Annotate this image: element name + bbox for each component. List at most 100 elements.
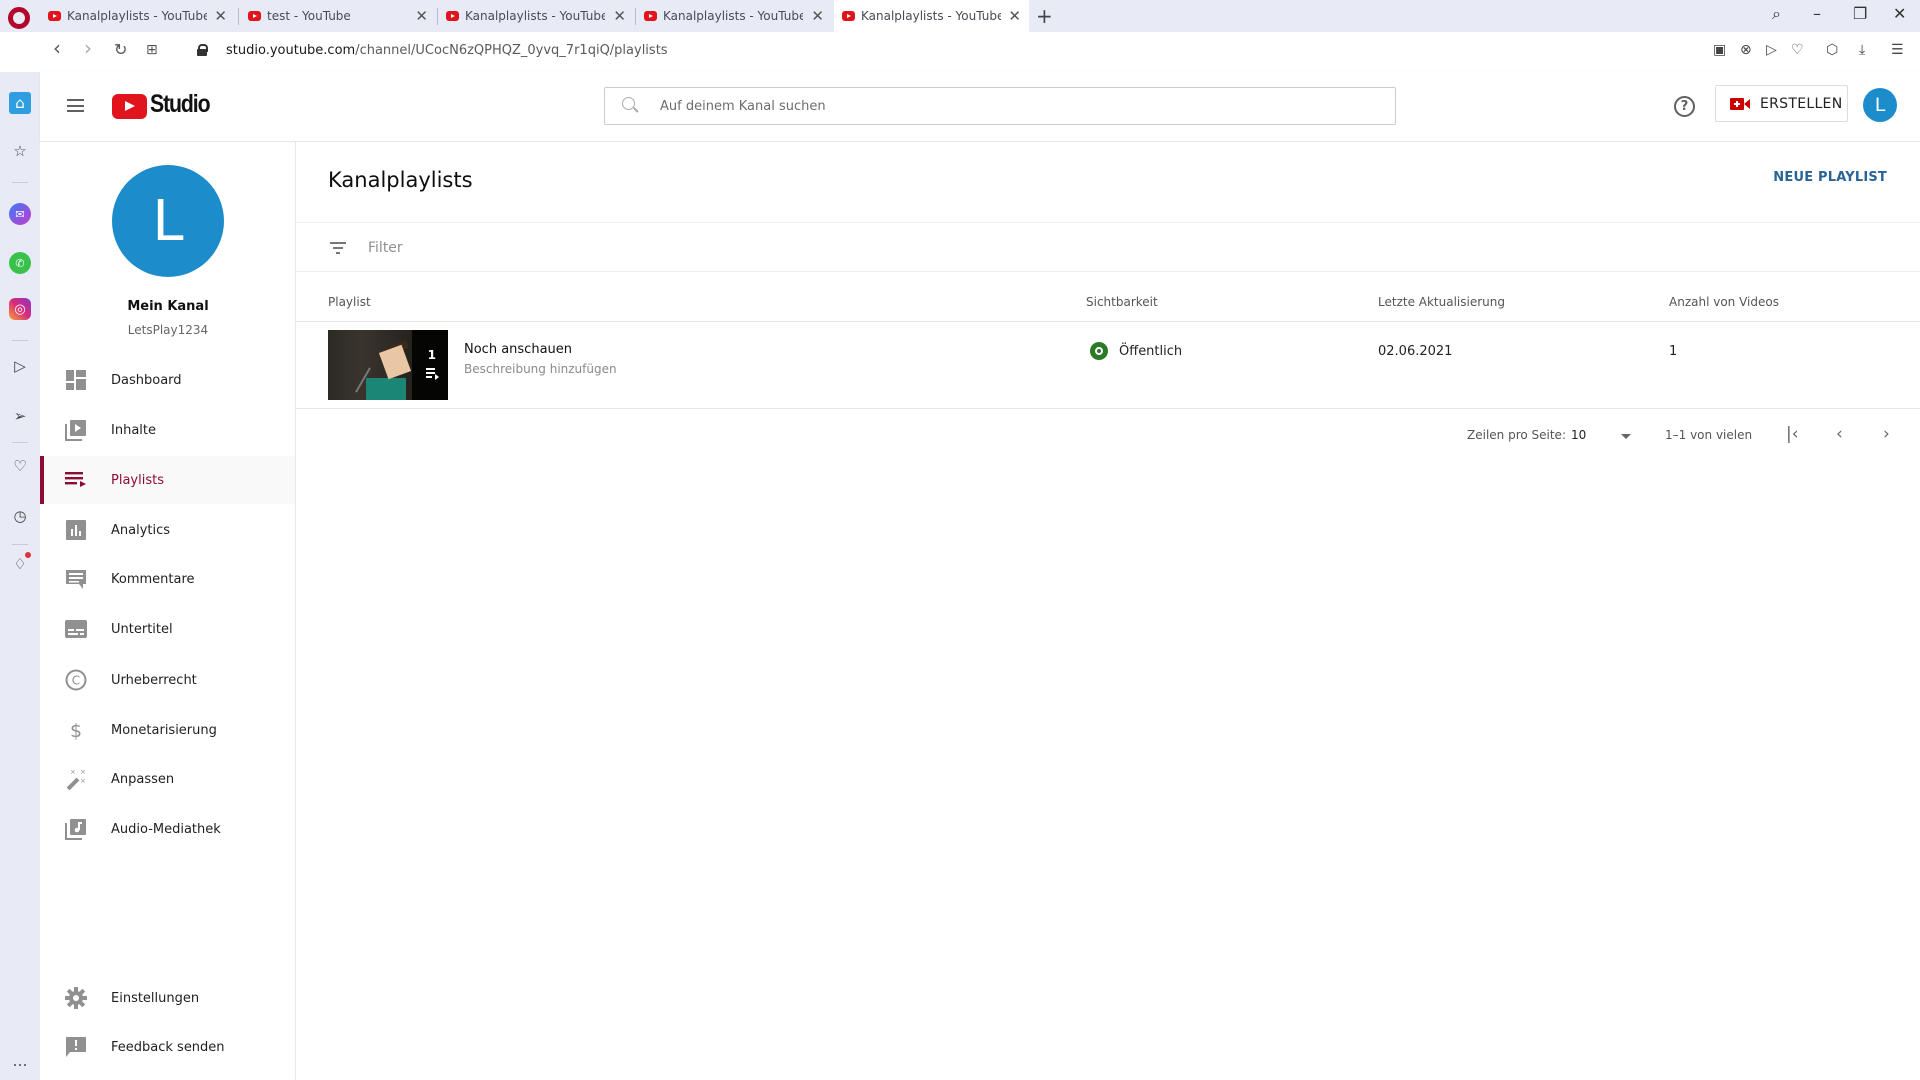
reload-button[interactable]: ↻ xyxy=(114,40,127,59)
account-avatar[interactable]: L xyxy=(1863,88,1897,122)
page-range-label: 1–1 von vielen xyxy=(1665,428,1753,442)
help-icon[interactable]: ? xyxy=(1674,96,1695,117)
close-tab-icon[interactable]: ✕ xyxy=(811,7,824,25)
tab-title: Kanalplaylists - YouTube Studio xyxy=(67,9,207,23)
channel-title: Mein Kanal xyxy=(127,299,209,314)
thumbnail-video-count: 1 xyxy=(427,348,436,362)
visibility-label: Öffentlich xyxy=(1119,343,1183,359)
audio-library-icon xyxy=(65,818,87,840)
sidebar-item-monetization[interactable]: $ Monetarisierung xyxy=(40,706,295,754)
studio-logo-text[interactable]: Studio xyxy=(150,90,211,119)
sidebar-item-label: Feedback senden xyxy=(111,1039,225,1055)
svg-text:C: C xyxy=(72,674,80,688)
instagram-icon[interactable]: ◎ xyxy=(9,298,31,320)
download-icon[interactable]: ⤓ xyxy=(1859,42,1865,58)
sidebar-item-playlists[interactable]: Playlists xyxy=(40,456,295,504)
sidebar-item-subtitles[interactable]: Untertitel xyxy=(40,605,295,653)
my-flow-icon[interactable]: ➢ xyxy=(9,405,31,427)
filter-icon[interactable] xyxy=(330,242,346,254)
bookmark-heart-icon[interactable]: ♡ xyxy=(1791,42,1804,58)
previous-page-button[interactable]: ‹ xyxy=(1836,424,1843,444)
rows-per-page-label: Zeilen pro Seite: xyxy=(1467,428,1566,442)
filter-input[interactable] xyxy=(368,237,868,259)
browser-search-icon[interactable]: ⌕ xyxy=(1772,4,1781,24)
last-updated-cell: 02.06.2021 xyxy=(1378,344,1453,359)
minimize-button[interactable]: – xyxy=(1813,4,1821,23)
sidebar-item-settings[interactable]: Einstellungen xyxy=(40,974,295,1022)
playlist-thumbnail[interactable]: 1 xyxy=(328,330,448,400)
channel-avatar[interactable]: L xyxy=(112,165,224,277)
youtube-favicon-icon xyxy=(446,11,459,21)
more-icon[interactable]: … xyxy=(9,1050,31,1072)
sidebar-item-copyright[interactable]: C Urheberrecht xyxy=(40,656,295,704)
svg-text:×: × xyxy=(80,777,86,785)
opera-logo-icon[interactable] xyxy=(8,7,30,29)
youtube-logo-icon[interactable] xyxy=(112,94,147,119)
sidebar-item-customize[interactable]: × × × Anpassen xyxy=(40,755,295,803)
tab-separator xyxy=(238,8,239,25)
column-header-video-count[interactable]: Anzahl von Videos xyxy=(1669,295,1779,309)
playlist-title-link[interactable]: Noch anschauen xyxy=(464,342,572,357)
sidebar-item-analytics[interactable]: Analytics xyxy=(40,506,295,554)
sidebar-item-content[interactable]: Inhalte xyxy=(40,406,295,454)
close-tab-icon[interactable]: ✕ xyxy=(214,7,227,25)
sidebar-item-send-feedback[interactable]: Feedback senden xyxy=(40,1023,295,1071)
sidebar-item-comments[interactable]: Kommentare xyxy=(40,555,295,603)
comments-icon xyxy=(65,568,87,590)
channel-search[interactable] xyxy=(604,87,1396,125)
personal-news-heart-icon[interactable]: ♡ xyxy=(9,455,31,477)
speed-dial-home-icon[interactable]: ⌂ xyxy=(9,92,31,114)
browser-tab[interactable]: Kanalplaylists - YouTube Studio ✕ xyxy=(40,0,235,32)
close-window-button[interactable]: ✕ xyxy=(1893,4,1906,23)
visibility-cell[interactable]: Öffentlich xyxy=(1090,342,1182,360)
bookmarks-star-icon[interactable]: ☆ xyxy=(9,140,31,162)
browser-tab-active[interactable]: Kanalplaylists - YouTube Studio ✕ xyxy=(834,0,1029,32)
playlist-icon xyxy=(426,368,439,380)
restore-button[interactable]: ❐ xyxy=(1853,4,1867,23)
snapshot-icon[interactable]: ▣ xyxy=(1713,42,1726,58)
browser-tab[interactable]: Kanalplaylists - YouTube Studio ✕ xyxy=(438,0,634,32)
magic-wand-icon: × × × xyxy=(65,768,87,790)
channel-search-input[interactable] xyxy=(660,96,1360,116)
messenger-icon[interactable]: ✉ xyxy=(9,203,31,225)
dropdown-arrow-icon[interactable] xyxy=(1621,434,1631,439)
first-page-button[interactable]: |‹ xyxy=(1786,424,1799,444)
rows-per-page-select[interactable]: 10 xyxy=(1571,428,1586,442)
new-playlist-button[interactable]: NEUE PLAYLIST xyxy=(1773,170,1887,185)
sidebar-item-dashboard[interactable]: Dashboard xyxy=(40,356,295,404)
sidebar-item-label: Playlists xyxy=(111,472,164,488)
back-button[interactable]: ‹ xyxy=(53,36,61,60)
url-field[interactable]: studio.youtube.com/channel/UCocN6zQPHQZ_… xyxy=(226,43,668,58)
studio-header: Studio ? ERSTELLEN L xyxy=(40,72,1920,142)
copyright-icon: C xyxy=(65,669,87,691)
flow-send-icon[interactable]: ▷ xyxy=(1766,42,1777,58)
tabs-grid-button[interactable]: ⊞ xyxy=(146,42,158,58)
player-icon[interactable]: ▷ xyxy=(9,355,31,377)
close-tab-icon[interactable]: ✕ xyxy=(613,7,626,25)
close-tab-icon[interactable]: ✕ xyxy=(415,7,428,25)
column-header-visibility[interactable]: Sichtbarkeit xyxy=(1086,295,1158,309)
whatsapp-icon[interactable]: ✆ xyxy=(9,252,31,274)
dashboard-icon xyxy=(65,369,87,391)
youtube-favicon-icon xyxy=(48,11,61,21)
forward-button[interactable]: › xyxy=(84,36,92,60)
create-button[interactable]: ERSTELLEN xyxy=(1715,85,1848,122)
menu-hamburger-icon[interactable] xyxy=(67,99,84,112)
next-page-button[interactable]: › xyxy=(1883,424,1890,444)
subtitles-icon xyxy=(65,618,87,640)
adblock-icon[interactable]: ⊗ xyxy=(1740,42,1752,58)
browser-tab[interactable]: Kanalplaylists - YouTube Studio ✕ xyxy=(636,0,832,32)
close-tab-icon[interactable]: ✕ xyxy=(1008,7,1021,25)
extensions-cube-icon[interactable]: ⬡ xyxy=(1826,42,1838,58)
column-header-last-updated[interactable]: Letzte Aktualisierung xyxy=(1378,295,1505,309)
new-tab-button[interactable]: + xyxy=(1036,4,1053,28)
easy-setup-icon[interactable]: ☰ xyxy=(1891,42,1904,58)
sidebar-item-audio-library[interactable]: Audio-Mediathek xyxy=(40,805,295,853)
column-header-playlist[interactable]: Playlist xyxy=(328,295,371,309)
browser-tab[interactable]: test - YouTube ✕ xyxy=(240,0,436,32)
sidebar-item-label: Analytics xyxy=(111,522,171,538)
sidebar-item-label: Audio-Mediathek xyxy=(111,821,221,837)
svg-text:×: × xyxy=(80,768,86,776)
table-row[interactable]: 1 Noch anschauen Beschreibung hinzufügen… xyxy=(296,322,1920,409)
history-clock-icon[interactable]: ◷ xyxy=(9,505,31,527)
